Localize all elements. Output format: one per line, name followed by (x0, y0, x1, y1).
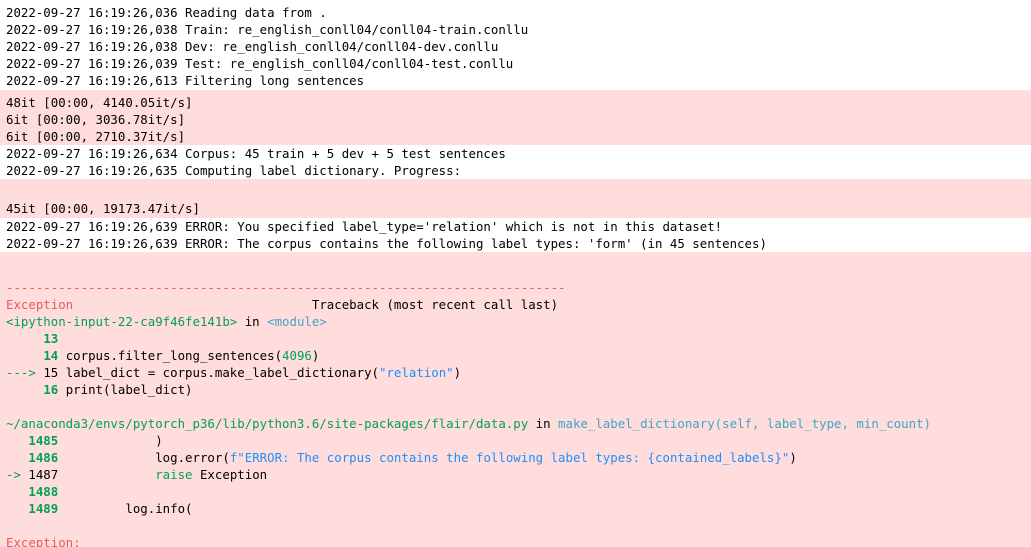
line-number: 13 (43, 331, 59, 346)
traceback-output: ----------------------------------------… (0, 252, 1031, 547)
log-output-reading: 2022-09-27 16:19:26,036 Reading data fro… (0, 4, 1031, 89)
log-line: 2022-09-27 16:19:26,038 Train: re_englis… (6, 22, 529, 37)
traceback-header: Exception Traceback (most recent call la… (6, 296, 1031, 313)
frame-function: <module> (267, 314, 327, 329)
progress-line: 45it [00:00, 19173.47it/s] (6, 201, 200, 216)
line-number: 1486 (28, 450, 59, 465)
progress-line: 48it [00:00, 4140.05it/s] (6, 95, 193, 110)
stderr-progress-2: 45it [00:00, 19173.47it/s] (0, 179, 1031, 218)
traceback-frame-location: ~/anaconda3/envs/pytorch_p36/lib/python3… (6, 416, 932, 431)
log-line: 2022-09-27 16:19:26,036 Reading data fro… (6, 5, 327, 20)
code-line: 1489 log.info( (28, 501, 193, 516)
traceback-header-text: Traceback (most recent call last) (311, 297, 559, 312)
log-line: 2022-09-27 16:19:26,613 Filtering long s… (6, 73, 365, 88)
keyword-raise: raise (58, 467, 193, 482)
line-number: 1485 (28, 433, 59, 448)
code-line: 1485 ) (28, 433, 163, 448)
exception-name: Exception (6, 297, 74, 312)
frame-file: <ipython-input-22-ca9f46fe141b> (6, 314, 238, 329)
log-error-line: 2022-09-27 16:19:26,639 ERROR: The corpu… (6, 236, 767, 251)
line-number: 16 (43, 382, 59, 397)
frame-file: ~/anaconda3/envs/pytorch_p36/lib/python3… (6, 416, 529, 431)
code-line-current: -> 1487 raise Exception (6, 467, 268, 482)
progress-line: 6it [00:00, 2710.37it/s] (6, 129, 186, 144)
line-number: 15 (43, 365, 59, 380)
log-line: 2022-09-27 16:19:26,038 Dev: re_english_… (6, 39, 499, 54)
code-line: 1488 (6, 483, 1031, 500)
log-line: 2022-09-27 16:19:26,634 Corpus: 45 train… (6, 146, 506, 161)
line-number: 1488 (28, 484, 59, 499)
code-line: 1486 log.error(f"ERROR: The corpus conta… (28, 450, 797, 465)
progress-line: 6it [00:00, 3036.78it/s] (6, 112, 186, 127)
log-error-line: 2022-09-27 16:19:26,639 ERROR: You speci… (6, 219, 723, 234)
log-output-errors: 2022-09-27 16:19:26,639 ERROR: You speci… (0, 218, 1031, 252)
frame-function: make_label_dictionary(self, label_type, … (558, 416, 932, 431)
traceback-separator: ----------------------------------------… (6, 280, 566, 295)
progress-line (6, 183, 1031, 200)
line-number: 14 (43, 348, 59, 363)
code-line: 14 corpus.filter_long_sentences(4096) (43, 348, 320, 363)
log-line: 2022-09-27 16:19:26,039 Test: re_english… (6, 56, 514, 71)
log-line: 2022-09-27 16:19:26,635 Computing label … (6, 163, 462, 178)
code-line: 13 (6, 330, 1031, 347)
line-number: 1487 (28, 467, 59, 482)
code-line: 16 print(label_dict) (43, 382, 193, 397)
code-line-current: ---> 15 label_dict = corpus.make_label_d… (6, 365, 462, 380)
line-number: 1489 (28, 501, 59, 516)
log-output-corpus: 2022-09-27 16:19:26,634 Corpus: 45 train… (0, 145, 1031, 179)
traceback-frame-location: <ipython-input-22-ca9f46fe141b> in <modu… (6, 314, 327, 329)
final-exception: Exception: (6, 535, 81, 547)
stderr-progress-1: 48it [00:00, 4140.05it/s] 6it [00:00, 30… (0, 90, 1031, 145)
